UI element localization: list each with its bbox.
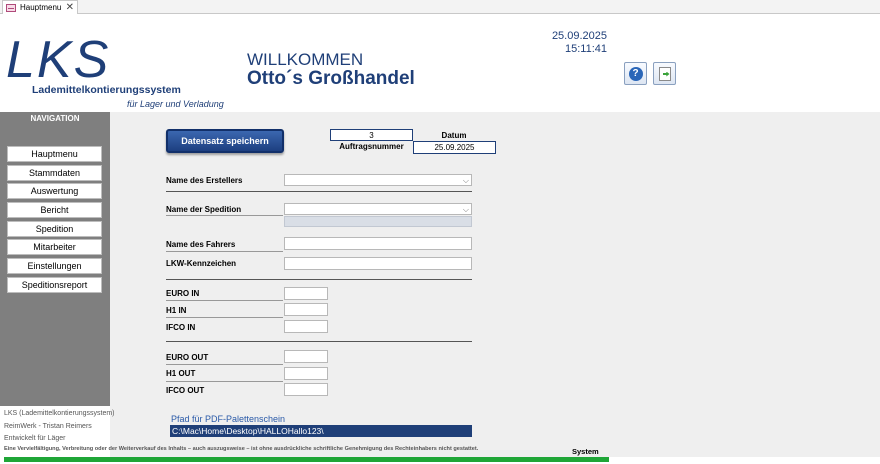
- help-icon: ?: [628, 66, 643, 81]
- creator-combobox[interactable]: ⌵: [284, 174, 472, 186]
- divider: [166, 191, 472, 192]
- exit-button[interactable]: [653, 62, 676, 85]
- tab-label: Hauptmenu: [20, 3, 62, 12]
- order-number-value: 3: [330, 129, 413, 141]
- sidebar-item-auswertung[interactable]: Auswertung: [7, 183, 102, 199]
- divider: [166, 317, 283, 318]
- copyright-notice: Eine Vervielfältigung, Verbreitung oder …: [4, 446, 479, 452]
- close-icon[interactable]: ✕: [66, 2, 74, 13]
- carrier-label: Name der Spedition: [166, 205, 242, 214]
- ifco-out-label: IFCO OUT: [166, 386, 205, 395]
- pdf-path-input[interactable]: C:\Mac\Home\Desktop\HALLOHallo123\: [170, 425, 472, 437]
- carrier-info-bar: [284, 216, 472, 227]
- h1-in-label: H1 IN: [166, 306, 187, 315]
- h1-out-label: H1 OUT: [166, 369, 196, 378]
- form-icon: [6, 3, 16, 12]
- euro-out-label: EURO OUT: [166, 353, 209, 362]
- chevron-down-icon[interactable]: ⌵: [463, 176, 469, 186]
- logo-subtitle: Lademittelkontierungssystem: [32, 84, 181, 96]
- divider: [166, 341, 472, 342]
- app-window: Hauptmenu ✕ LKS Lademittelkontierungssys…: [0, 0, 880, 464]
- date-value: 25.09.2025: [413, 141, 496, 154]
- pdf-path-label: Pfad für PDF-Palettenschein: [171, 414, 286, 424]
- plate-input[interactable]: [284, 257, 472, 270]
- euro-in-label: EURO IN: [166, 289, 200, 298]
- save-button[interactable]: Datensatz speichern: [166, 129, 284, 153]
- header: LKS Lademittelkontierungssystem für Lage…: [0, 14, 880, 112]
- footer-app-name: LKS (Lademittelkontierungssystem): [4, 410, 115, 417]
- driver-input[interactable]: [284, 237, 472, 250]
- header-time: 15:11:41: [564, 43, 607, 55]
- system-progress-bar: [4, 457, 609, 462]
- chevron-down-icon[interactable]: ⌵: [463, 205, 469, 215]
- divider: [166, 300, 283, 301]
- sidebar-item-einstellungen[interactable]: Einstellungen: [7, 258, 102, 274]
- help-button[interactable]: ?: [624, 62, 647, 85]
- sidebar-item-hauptmenu[interactable]: Hauptmenu: [7, 146, 102, 162]
- h1-in-input[interactable]: [284, 303, 328, 316]
- logo-tagline: für Lager und Verladung: [127, 99, 224, 109]
- logo: LKS: [6, 31, 111, 89]
- ifco-in-input[interactable]: [284, 320, 328, 333]
- euro-out-input[interactable]: [284, 350, 328, 363]
- sidebar-item-bericht[interactable]: Bericht: [7, 202, 102, 218]
- footer-developed-for: Entwickelt für Läger: [4, 435, 66, 442]
- euro-in-input[interactable]: [284, 287, 328, 300]
- nav-title: NAVIGATION: [30, 114, 80, 123]
- order-number-label: Auftragsnummer: [339, 142, 404, 151]
- h1-out-input[interactable]: [284, 367, 328, 380]
- creator-label: Name des Erstellers: [166, 176, 243, 185]
- tab-strip: Hauptmenu ✕: [0, 0, 880, 14]
- footer-author: ReimWerk - Tristan Reimers: [4, 423, 92, 430]
- company-name: Otto´s Großhandel: [247, 68, 415, 89]
- header-date: 25.09.2025: [551, 30, 607, 42]
- exit-icon: [658, 66, 671, 81]
- sidebar-item-spedition[interactable]: Spedition: [7, 221, 102, 237]
- ifco-in-label: IFCO IN: [166, 323, 196, 332]
- welcome-text: WILLKOMMEN: [247, 50, 364, 69]
- sidebar-item-stammdaten[interactable]: Stammdaten: [7, 165, 102, 181]
- system-status-label: System: [572, 447, 599, 456]
- divider: [166, 381, 283, 382]
- ifco-out-input[interactable]: [284, 383, 328, 396]
- tab-hauptmenu[interactable]: Hauptmenu ✕: [2, 0, 78, 14]
- divider: [166, 279, 472, 280]
- sidebar-item-speditionsreport[interactable]: Speditionsreport: [7, 277, 102, 293]
- divider: [166, 251, 283, 252]
- carrier-combobox[interactable]: ⌵: [284, 203, 472, 215]
- date-label: Datum: [441, 131, 467, 140]
- main-panel: [110, 112, 880, 457]
- plate-label: LKW-Kennzeichen: [166, 259, 237, 268]
- divider: [166, 364, 283, 365]
- sidebar-item-mitarbeiter[interactable]: Mitarbeiter: [7, 239, 102, 255]
- divider: [166, 215, 283, 216]
- driver-label: Name des Fahrers: [166, 240, 236, 249]
